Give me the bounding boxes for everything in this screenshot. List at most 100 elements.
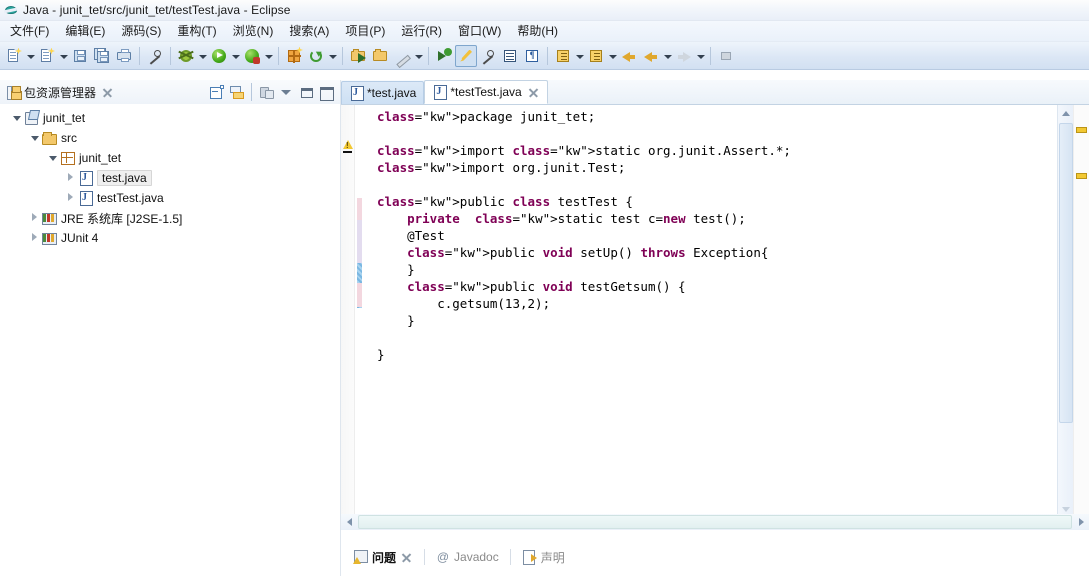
expand-arrow-icon[interactable] [28, 128, 41, 148]
new-java-class-dropdown-arrow[interactable] [58, 45, 69, 67]
maximize-icon[interactable] [316, 82, 336, 102]
close-icon[interactable] [101, 86, 114, 99]
collapse-arrow-icon[interactable] [64, 188, 77, 208]
package-explorer-view: 包资源管理器 junit_tetsrcjunit_tettest.javates… [0, 80, 340, 576]
new-java-class-icon[interactable] [36, 45, 58, 67]
new-wizard-dropdown-arrow[interactable] [25, 45, 36, 67]
editor-tab[interactable]: *test.java [341, 81, 425, 104]
debug-icon[interactable] [175, 45, 197, 67]
new-wizard-icon[interactable] [3, 45, 25, 67]
show-jar-icon[interactable] [256, 82, 276, 102]
menu-search[interactable]: 搜索(A) [281, 20, 337, 42]
overview-warning-marker[interactable] [1076, 173, 1087, 179]
caret-marker [343, 151, 352, 153]
overview-ruler[interactable] [1073, 105, 1089, 517]
tree-item[interactable]: junit_tet [0, 148, 340, 168]
scroll-up-arrow[interactable] [1058, 105, 1074, 121]
scroll-right-arrow[interactable] [1073, 514, 1089, 530]
back-icon[interactable] [640, 45, 662, 67]
scroll-left-arrow[interactable] [341, 514, 357, 530]
link-with-editor-icon[interactable] [227, 82, 247, 102]
previous-annotation-icon[interactable] [585, 45, 607, 67]
toggle-mark-occurrences-icon[interactable] [144, 45, 166, 67]
close-icon[interactable] [527, 86, 540, 99]
open-type-icon[interactable] [433, 45, 455, 67]
tree-item[interactable]: JRE 系统库 [J2SE-1.5] [0, 208, 340, 228]
menu-run[interactable]: 运行(R) [393, 20, 450, 42]
menu-project[interactable]: 项目(P) [337, 20, 393, 42]
print-icon[interactable] [113, 45, 135, 67]
collapse-all-icon[interactable] [207, 82, 227, 102]
vertical-ruler[interactable] [341, 105, 355, 517]
horizontal-scroll-thumb[interactable] [358, 515, 1072, 529]
paragraph-marks-icon[interactable]: ¶ [521, 45, 543, 67]
new-junit-test-icon[interactable] [283, 45, 305, 67]
run-coverage-dropdown-arrow[interactable] [263, 45, 274, 67]
collapse-arrow-icon[interactable] [64, 168, 77, 188]
editor-tab-label: *test.java [367, 86, 417, 100]
quick-fix-icon[interactable] [391, 45, 413, 67]
tree-item[interactable]: src [0, 128, 340, 148]
collapse-arrow-icon[interactable] [28, 228, 41, 248]
warning-icon[interactable] [342, 138, 355, 151]
next-annotation-dropdown-arrow[interactable] [574, 45, 585, 67]
editor-body: class="kw">package junit_tet; class="kw"… [341, 104, 1089, 540]
toggle-breadcrumb-icon[interactable] [477, 45, 499, 67]
back-dropdown-arrow[interactable] [662, 45, 673, 67]
last-edit-location-icon[interactable] [618, 45, 640, 67]
package-explorer-tab[interactable]: 包资源管理器 [0, 81, 118, 103]
external-tools-icon[interactable] [305, 45, 327, 67]
previous-annotation-dropdown-arrow[interactable] [607, 45, 618, 67]
menu-window[interactable]: 窗口(W) [450, 20, 509, 42]
view-menu-icon[interactable] [276, 82, 296, 102]
source-code[interactable]: class="kw">package junit_tet; class="kw"… [363, 105, 1057, 363]
tree-item-label: junit_tet [43, 111, 86, 125]
toolbar-separator [139, 46, 140, 65]
save-icon[interactable] [69, 45, 91, 67]
tree-item[interactable]: testTest.java [0, 188, 340, 208]
menu-help[interactable]: 帮助(H) [509, 20, 566, 42]
menu-refactor[interactable]: 重构(T) [169, 20, 224, 42]
menu-navigate[interactable]: 浏览(N) [225, 20, 282, 42]
close-icon[interactable] [400, 551, 413, 564]
tree-item[interactable]: test.java [0, 168, 340, 188]
collapse-arrow-icon[interactable] [28, 208, 41, 228]
open-project-icon[interactable] [347, 45, 369, 67]
menu-edit[interactable]: 编辑(E) [57, 20, 113, 42]
minimize-icon[interactable] [296, 82, 316, 102]
horizontal-scrollbar[interactable] [341, 514, 1089, 530]
debug-dropdown-arrow[interactable] [197, 45, 208, 67]
quick-fix-dropdown-arrow[interactable] [413, 45, 424, 67]
run-coverage-icon[interactable] [241, 45, 263, 67]
vertical-scroll-thumb[interactable] [1059, 123, 1073, 423]
package-explorer-title: 包资源管理器 [24, 85, 97, 100]
editor-tab[interactable]: *testTest.java [424, 80, 548, 104]
expand-arrow-icon[interactable] [10, 108, 23, 128]
library-icon [41, 230, 58, 246]
menu-file[interactable]: 文件(F) [2, 20, 57, 42]
forward-dropdown-arrow[interactable] [695, 45, 706, 67]
save-all-icon[interactable] [91, 45, 113, 67]
editor-tab-row: *test.java *testTest.java [341, 80, 1089, 104]
window-title: Java - junit_tet/src/junit_tet/testTest.… [23, 3, 291, 17]
next-annotation-icon[interactable] [552, 45, 574, 67]
forward-icon[interactable] [673, 45, 695, 67]
pin-editor-icon[interactable] [715, 45, 737, 67]
menu-source[interactable]: 源码(S) [113, 20, 169, 42]
overview-warning-marker[interactable] [1076, 127, 1087, 133]
run-icon[interactable] [208, 45, 230, 67]
tree-item[interactable]: junit_tet [0, 108, 340, 128]
tree-item[interactable]: JUnit 4 [0, 228, 340, 248]
editor-tab-label: *testTest.java [450, 85, 522, 99]
expand-arrow-icon[interactable] [46, 148, 59, 168]
open-folder-icon[interactable] [369, 45, 391, 67]
show-whitespace-icon[interactable] [499, 45, 521, 67]
bottom-view-tab[interactable]: @ Javadoc [430, 546, 505, 568]
toggle-java-editor-icon[interactable] [455, 44, 477, 67]
bottom-view-tab[interactable]: 声明 [516, 546, 571, 568]
code-editor[interactable]: class="kw">package junit_tet; class="kw"… [363, 105, 1057, 517]
external-tools-dropdown-arrow[interactable] [327, 45, 338, 67]
bottom-view-tab[interactable]: 问题 [347, 546, 419, 568]
run-dropdown-arrow[interactable] [230, 45, 241, 67]
vertical-scrollbar[interactable] [1057, 105, 1073, 517]
